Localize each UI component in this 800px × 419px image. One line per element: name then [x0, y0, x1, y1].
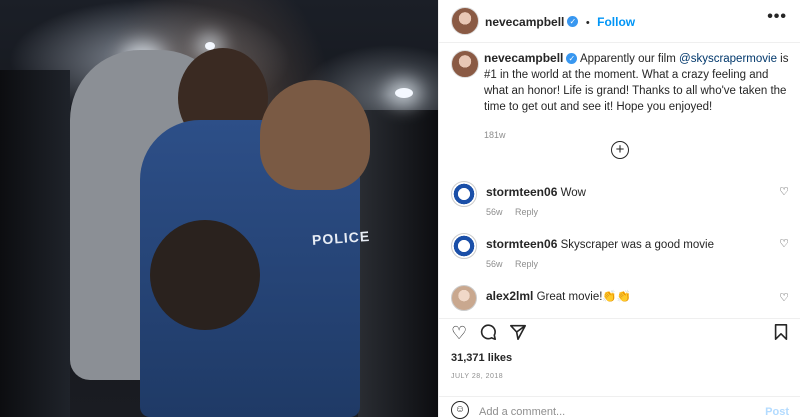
comment-item: stormteen06 Wow 56w Reply ♡	[439, 181, 800, 229]
post-comment-button[interactable]: Post	[765, 406, 789, 418]
separator-dot: •	[585, 17, 590, 29]
caption-username[interactable]: nevecampbell	[484, 51, 563, 65]
header-identity: nevecampbell ✓ • Follow	[485, 13, 635, 31]
commenter-username[interactable]: alex2lml	[486, 289, 533, 303]
commenter-username[interactable]: stormteen06	[486, 185, 557, 199]
comment-text: stormteen06 Skyscraper was a good movie	[486, 237, 714, 251]
caption-time[interactable]: 181w	[484, 127, 792, 143]
like-icon[interactable]: ♡	[451, 323, 467, 343]
photo-crowd-left	[0, 70, 70, 417]
save-icon[interactable]	[773, 323, 789, 345]
mention-link[interactable]: @skyscrapermovie	[679, 53, 777, 65]
author-username[interactable]: nevecampbell	[485, 15, 564, 29]
post-caption: nevecampbell ✓ Apparently our film @skysc…	[484, 50, 792, 143]
verified-icon: ✓	[567, 16, 579, 28]
commenter-username[interactable]: stormteen06	[486, 237, 557, 251]
action-bar: ♡	[439, 318, 800, 349]
comment-time[interactable]: 56w	[486, 259, 503, 269]
post-header: nevecampbell ✓ • Follow •••	[439, 0, 800, 43]
caption-avatar[interactable]	[451, 50, 479, 78]
comment-text: alex2lml Great movie!👏👏	[486, 289, 631, 303]
comment-like-icon[interactable]: ♡	[779, 237, 789, 250]
comment-body: Wow	[560, 187, 586, 199]
commenter-avatar[interactable]	[451, 181, 477, 207]
share-icon[interactable]	[509, 323, 527, 345]
reply-button[interactable]: Reply	[515, 207, 538, 217]
post-photo[interactable]: POLICE	[0, 0, 438, 417]
follow-button[interactable]: Follow	[597, 15, 635, 29]
comment-body: Skyscraper was a good movie	[560, 239, 714, 251]
comment-like-icon[interactable]: ♡	[779, 185, 789, 198]
comment-body: Great movie!👏👏	[536, 291, 632, 303]
likes-count[interactable]: 31,371 likes	[451, 352, 512, 364]
comment-meta: 56w Reply	[486, 207, 548, 217]
add-comment-input[interactable]: Add a comment...	[479, 406, 565, 418]
comment-like-icon[interactable]: ♡	[779, 291, 789, 304]
comment-item: stormteen06 Skyscraper was a good movie …	[439, 233, 800, 281]
comment-item: alex2lml Great movie!👏👏 ♡	[439, 285, 800, 315]
author-avatar[interactable]	[451, 7, 479, 35]
add-comment-bar: ☺ Add a comment... Post	[439, 396, 800, 419]
photo-child	[150, 220, 260, 330]
commenter-avatar[interactable]	[451, 233, 477, 259]
load-more-comments-icon[interactable]: +	[611, 141, 629, 159]
photo-woman-hair	[260, 80, 370, 190]
post-date[interactable]: JULY 28, 2018	[451, 373, 503, 380]
caption-text-start: Apparently our film	[579, 53, 676, 65]
verified-icon: ✓	[566, 53, 578, 65]
comment-icon[interactable]	[479, 323, 497, 345]
comment-meta: 56w Reply	[486, 259, 548, 269]
post-panel: nevecampbell ✓ • Follow ••• nevecampbell ✓…	[438, 0, 800, 419]
comment-text: stormteen06 Wow	[486, 185, 586, 199]
emoji-icon[interactable]: ☺	[451, 401, 469, 419]
photo-light	[395, 88, 413, 98]
comment-time[interactable]: 56w	[486, 207, 503, 217]
commenter-avatar[interactable]	[451, 285, 477, 311]
more-options-icon[interactable]: •••	[767, 8, 787, 26]
photo-crowd-right	[358, 110, 438, 417]
reply-button[interactable]: Reply	[515, 259, 538, 269]
